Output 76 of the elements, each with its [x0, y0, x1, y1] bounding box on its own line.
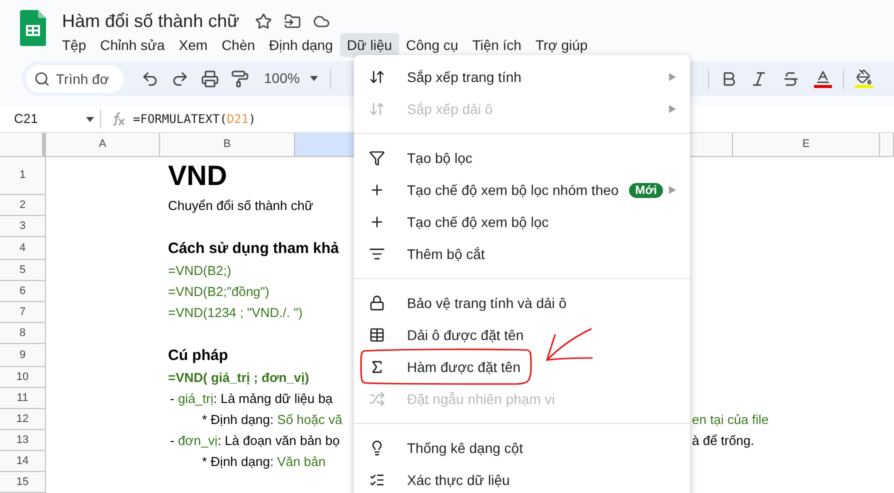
submenu-arrow-icon: [669, 105, 676, 113]
document-title[interactable]: Hàm đổi số thành chữ: [62, 8, 240, 34]
menu-item[interactable]: Sắp xếp trang tính: [354, 61, 690, 93]
function-icon: [111, 112, 125, 126]
menu-bar-item[interactable]: Chèn: [214, 33, 262, 57]
menu-item[interactable]: Hàm được đặt tên: [354, 351, 690, 383]
row-number[interactable]: 7: [0, 302, 46, 323]
caret-icon: [310, 76, 318, 82]
name-box[interactable]: C21: [0, 109, 100, 129]
menu-search-field[interactable]: Trình đơ: [26, 64, 124, 93]
menu-bar-item[interactable]: Công cụ: [399, 33, 466, 57]
cell-text: - giá_trị: Là mảng dữ liệu bạ: [169, 392, 333, 405]
menu-item[interactable]: Tạo chế độ xem bộ lọc nhóm theo Mới: [354, 174, 690, 206]
cell-text: en tại của file: [692, 413, 769, 426]
column-header[interactable]: A: [46, 133, 160, 156]
menu-bar-item[interactable]: Dữ liệu: [340, 33, 400, 57]
row-number[interactable]: 15: [0, 472, 46, 493]
checklist-icon: [369, 472, 385, 488]
zoom-dropdown[interactable]: 100%: [262, 64, 320, 93]
row-number[interactable]: 2: [0, 195, 46, 216]
table-icon: [369, 327, 385, 343]
row-number[interactable]: 12: [0, 409, 46, 430]
shuffle-icon: [369, 391, 385, 407]
row-number[interactable]: 6: [0, 281, 46, 302]
menu-item[interactable]: Thêm bộ cắt: [354, 238, 690, 270]
cell-text: VND: [167, 162, 228, 190]
cell-text: à để trống.: [692, 434, 754, 447]
menu-bar-item[interactable]: Xem: [172, 33, 215, 57]
row-number[interactable]: 9: [0, 344, 46, 367]
slicer-icon: [369, 246, 385, 262]
search-icon: [34, 70, 50, 87]
menu-item[interactable]: Tạo bộ lọc: [354, 142, 690, 174]
cell-text: Chuyển đổi số thành chữ: [167, 199, 314, 212]
menu-item[interactable]: Tạo chế độ xem bộ lọc: [354, 206, 690, 238]
row-number[interactable]: 14: [0, 451, 46, 472]
row-number[interactable]: 13: [0, 430, 46, 451]
menu-item[interactable]: Dải ô được đặt tên: [354, 319, 690, 351]
cell-text: Cú pháp: [167, 348, 228, 363]
menu-bar-item[interactable]: Tệp: [55, 33, 94, 57]
new-badge: Mới: [629, 182, 663, 198]
menu-bar-item[interactable]: Chỉnh sửa: [93, 33, 172, 57]
sort-icon: [369, 69, 385, 85]
menu-bar-item[interactable]: Tiện ích: [465, 33, 528, 57]
sheets-logo-icon[interactable]: [20, 10, 46, 46]
sort-icon: [369, 101, 385, 117]
formula-text[interactable]: =FORMULATEXT(D21): [133, 110, 256, 128]
cell-text: =VND(B2;"đồng"): [167, 285, 270, 298]
filter-icon: [369, 150, 385, 166]
cell-text: - đơn_vị: Là đoạn văn bản bọ: [169, 434, 340, 447]
menu-item[interactable]: Xác thực dữ liệu: [354, 464, 690, 493]
cell-text: * Định dạng: Số hoặc vă: [201, 413, 342, 426]
submenu-arrow-icon: [669, 73, 676, 81]
row-number[interactable]: 3: [0, 216, 46, 237]
lock-icon: [369, 295, 385, 311]
menu-item[interactable]: Bảo vệ trang tính và dải ô: [354, 287, 690, 319]
submenu-arrow-icon: [669, 186, 676, 194]
cell-text: =VND( giá_trị ; đơn_vị): [167, 371, 310, 384]
row-number[interactable]: 10: [0, 367, 46, 388]
row-number[interactable]: 1: [0, 157, 46, 195]
cell-text: =VND(1234 ; "VND./. "): [167, 306, 303, 319]
row-number[interactable]: 5: [0, 260, 46, 281]
plus-icon: [369, 182, 385, 198]
row-number[interactable]: 4: [0, 237, 46, 260]
plus-icon: [369, 214, 385, 230]
star-icon[interactable]: [255, 12, 272, 30]
menu-bar-item[interactable]: Trợ giúp: [528, 33, 595, 57]
row-number[interactable]: 8: [0, 323, 46, 344]
cell-text: * Định dạng: Văn bản: [201, 455, 326, 468]
column-header[interactable]: E: [733, 133, 880, 156]
move-folder-icon[interactable]: [284, 12, 302, 30]
cell-text: Cách sử dụng tham khả: [167, 241, 339, 256]
menu-bar-item[interactable]: Định dạng: [262, 33, 340, 57]
caret-icon: [86, 116, 94, 122]
cell-text: =VND(B2;): [167, 264, 232, 277]
row-number[interactable]: 11: [0, 388, 46, 409]
menu-item[interactable]: Thống kê dạng cột: [354, 432, 690, 464]
